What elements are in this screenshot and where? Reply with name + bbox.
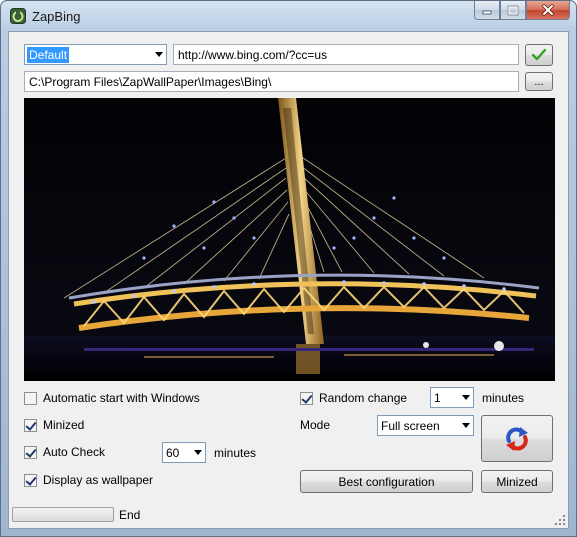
maximize-icon bbox=[507, 5, 519, 15]
random-change-unit: minutes bbox=[482, 391, 525, 405]
random-change-interval-select[interactable]: 1 bbox=[430, 387, 474, 408]
display-wallpaper-check-box[interactable] bbox=[24, 473, 37, 487]
auto-check-interval-value: 60 bbox=[166, 446, 180, 460]
url-input[interactable]: http://www.bing.com/?cc=us bbox=[173, 44, 519, 65]
path-input[interactable]: C:\Program Files\ZapWallPaper\Images\Bin… bbox=[24, 71, 519, 92]
auto-start-check-box[interactable] bbox=[24, 391, 37, 405]
minized-label: Minized bbox=[43, 418, 85, 432]
status-text: End bbox=[119, 508, 141, 522]
auto-start-checkbox[interactable]: Automatic start with Windows bbox=[24, 391, 200, 405]
client-area: Default http://www.bing.com/?cc=us C:\Pr… bbox=[8, 31, 569, 529]
wallpaper-image bbox=[24, 98, 555, 381]
title-bar[interactable]: ZapBing bbox=[1, 1, 576, 31]
profile-select[interactable]: Default bbox=[24, 44, 167, 65]
chevron-down-icon bbox=[155, 52, 163, 57]
close-icon bbox=[542, 4, 554, 16]
random-change-interval-value: 1 bbox=[434, 391, 441, 405]
auto-check-checkbox[interactable]: Auto Check bbox=[24, 445, 105, 459]
status-bar: End bbox=[9, 502, 568, 528]
resize-grip-icon[interactable] bbox=[554, 514, 566, 526]
refresh-button[interactable] bbox=[481, 415, 553, 462]
auto-check-unit: minutes bbox=[214, 446, 257, 460]
random-change-checkbox[interactable]: Random change bbox=[300, 391, 407, 405]
minimize-button[interactable] bbox=[474, 1, 500, 20]
display-wallpaper-checkbox[interactable]: Display as wallpaper bbox=[24, 473, 153, 487]
best-configuration-button[interactable]: Best configuration bbox=[300, 470, 473, 493]
minimize-icon bbox=[482, 10, 492, 15]
close-button[interactable] bbox=[526, 1, 570, 20]
window-title: ZapBing bbox=[32, 9, 81, 24]
minized-checkbox[interactable]: Minized bbox=[24, 418, 84, 432]
auto-check-check-box[interactable] bbox=[24, 445, 37, 459]
browse-button[interactable]: ... bbox=[525, 72, 553, 91]
profile-select-value: Default bbox=[27, 47, 70, 63]
app-icon bbox=[10, 8, 26, 24]
auto-check-interval-select[interactable]: 60 bbox=[162, 442, 206, 463]
random-change-check-box[interactable] bbox=[300, 391, 313, 405]
chevron-down-icon bbox=[462, 423, 470, 428]
minized-button[interactable]: Minized bbox=[481, 470, 553, 493]
mode-select[interactable]: Full screen bbox=[377, 415, 474, 436]
random-change-label: Random change bbox=[319, 391, 408, 405]
chevron-down-icon bbox=[194, 450, 202, 455]
maximize-button[interactable] bbox=[500, 1, 526, 20]
progress-bar bbox=[12, 507, 114, 522]
ok-button[interactable] bbox=[525, 44, 553, 66]
chevron-down-icon bbox=[462, 395, 470, 400]
auto-start-label: Automatic start with Windows bbox=[43, 391, 200, 405]
caption-buttons bbox=[474, 1, 570, 21]
minized-check-box[interactable] bbox=[24, 418, 37, 432]
refresh-arrows-icon bbox=[506, 426, 528, 451]
mode-label: Mode bbox=[300, 418, 331, 432]
checkmark-icon bbox=[531, 48, 547, 61]
wallpaper-preview bbox=[24, 98, 555, 381]
auto-check-label: Auto Check bbox=[43, 445, 106, 459]
mode-select-value: Full screen bbox=[381, 419, 440, 433]
display-wallpaper-label: Display as wallpaper bbox=[43, 473, 154, 487]
app-window: ZapBing Default http://www.bing.com/?cc=… bbox=[0, 0, 577, 537]
